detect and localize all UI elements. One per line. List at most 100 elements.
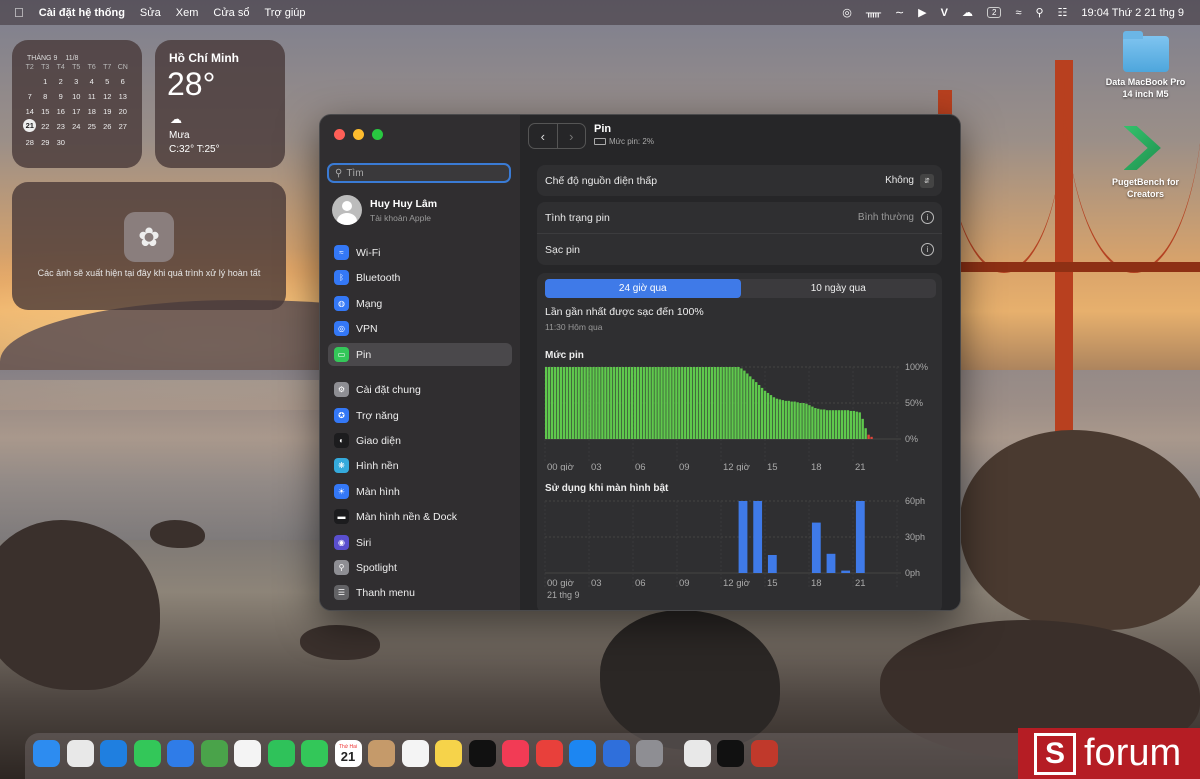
calendar-widget[interactable]: THÁNG 9 11/8 T2 T3 T4 T5 T6 T7 CN 1 2 3 4 5 6 7 8 9 10 11… (12, 40, 142, 168)
desktop-folder[interactable]: Data MacBook Pro 14 inch M5 (1098, 31, 1193, 100)
battery-status-card: Tình trạng pin Bình thường i Sạc pin i (537, 202, 942, 265)
dock-app--nh[interactable] (234, 740, 261, 767)
battery-chart-title: Mức pin (545, 350, 584, 361)
search-input[interactable]: ⚲ Tìm (327, 163, 511, 183)
sidebar-item-dock[interactable]: ▬ Màn hình nền & Dock (328, 505, 512, 528)
sidebar-item-spotlight[interactable]: ⚲ Spotlight (328, 556, 512, 579)
menu-help[interactable]: Trợ giúp (264, 7, 305, 19)
tab-10d[interactable]: 10 ngày qua (741, 279, 937, 298)
sidebar-item-accessibility[interactable]: ✪ Trợ năng (328, 404, 512, 427)
dock-app-tin-nh-n[interactable] (133, 740, 161, 767)
info-icon[interactable]: i (921, 211, 934, 224)
sidebar-item-globe[interactable]: ◍ Mạng (328, 292, 512, 315)
calendar-day: 17 (72, 107, 81, 116)
dock-app-mail[interactable] (167, 740, 194, 767)
sidebar-item-display[interactable]: ☀ Màn hình (328, 480, 512, 503)
dock-app-finder[interactable] (33, 740, 60, 767)
battery-bar (648, 367, 651, 439)
dock-app-safari[interactable] (100, 740, 127, 767)
back-button[interactable]: ‹ (529, 124, 557, 148)
sidebar-item-bluetooth[interactable]: ᛒ Bluetooth (328, 266, 512, 289)
battery-bar (760, 387, 764, 439)
tab-24h[interactable]: 24 giờ qua (545, 279, 741, 298)
sidebar-item-battery[interactable]: ▭ Pin (328, 343, 512, 366)
battery-bar (574, 367, 577, 439)
sidebar-item-wallpaper[interactable]: ❋ Hình nền (328, 454, 512, 477)
dock-app-rocket[interactable] (535, 740, 563, 767)
sidebar-item-gear[interactable]: ⚙ Cài đặt chung (328, 378, 512, 401)
airdrop-icon[interactable]: ◎ (842, 6, 852, 19)
battery-bar (633, 367, 637, 439)
control-center-icon[interactable]: ☷ (1058, 6, 1068, 19)
x-tick-label: 09 (679, 578, 690, 589)
bridge-cable (944, 110, 1064, 273)
dock-app-l-ch[interactable]: Thứ Hai 21 (334, 740, 362, 767)
low-power-row[interactable]: Chế độ nguồn điện thấp Không ⇵ (537, 165, 942, 196)
dock-app-facetime[interactable] (267, 740, 295, 767)
search-icon[interactable]: ⚲ (1035, 6, 1043, 19)
close-button[interactable] (334, 129, 345, 140)
battery-bar (707, 367, 711, 439)
dock-app-c-i-t-h-th-ng[interactable] (636, 740, 663, 767)
battery-bar (766, 392, 770, 439)
calendar-grid: T2 T3 T4 T5 T6 T7 CN 1 2 3 4 5 6 7 8 9 10 11 12 13 14 15 16 17 1… (12, 62, 142, 153)
photos-widget[interactable]: ✿ Các ảnh sẽ xuất hiện tại đây khi quá t… (12, 182, 286, 310)
dock-app-danh-b-[interactable] (368, 740, 395, 767)
dock-app-photo-booth[interactable] (750, 740, 778, 767)
calendar-weekday: T3 (41, 64, 50, 71)
apple-account[interactable]: Huy Huy Lâm Tài khoản Apple (332, 195, 437, 225)
menu-app-name[interactable]: Cài đặt hệ thống (39, 7, 125, 19)
dock-app-ghi-ch-[interactable] (435, 740, 462, 767)
weather-icon[interactable]: ∼ (895, 6, 904, 19)
menu-edit[interactable]: Sửa (140, 7, 161, 19)
dock-app-launchpad[interactable] (66, 740, 94, 767)
x-tick-label: 21 (855, 578, 866, 589)
sidebar-item-menubar[interactable]: ☰ Thanh menu (328, 581, 512, 604)
bluetooth-icon[interactable]: ᚅ (866, 6, 881, 19)
battery-bar (864, 428, 867, 439)
sidebar-item-appearance[interactable]: ◐ Giao diện (328, 429, 512, 452)
low-power-value[interactable]: Không (885, 175, 914, 186)
dock-app-nh-c[interactable] (502, 740, 529, 767)
sidebar-item-siri[interactable]: ◉ Siri (328, 531, 512, 554)
zoom-button[interactable] (372, 129, 383, 140)
battery-bar (811, 406, 814, 439)
dock-app-simulator[interactable] (602, 740, 630, 767)
dock-app-b-n-[interactable] (200, 740, 228, 767)
battery-bar (784, 400, 787, 439)
apple-logo-icon[interactable]:  (14, 5, 24, 20)
low-power-card: Chế độ nguồn điện thấp Không ⇵ (537, 165, 942, 196)
info-icon[interactable]: i (921, 243, 934, 256)
sidebar-item-wifi[interactable]: ≈ Wi-Fi (328, 241, 512, 264)
creative-cloud-icon[interactable]: ☁ (962, 6, 973, 19)
bridge-deck (940, 262, 1200, 272)
dock-app-app-store[interactable] (569, 740, 596, 767)
chevron-updown-icon[interactable]: ⇵ (920, 173, 934, 188)
forward-button[interactable]: › (556, 124, 586, 148)
chart-date-label: 21 thg 9 (547, 590, 580, 600)
sidebar-item-label: Cài đặt chung (356, 383, 421, 396)
desktop-app-pugetbench[interactable]: PugetBench for Creators (1098, 126, 1193, 200)
dock-app-l-i-nh-c[interactable] (401, 740, 429, 767)
menu-window[interactable]: Cửa sổ (213, 7, 249, 19)
battery-bar (627, 367, 631, 439)
battery-bar (645, 367, 648, 439)
weather-widget[interactable]: Hồ Chí Minh 28° ☁ Mưa C:32° T:25° (155, 40, 285, 168)
menu-view[interactable]: Xem (176, 7, 199, 19)
dock-app--i-n-tho-i[interactable] (301, 740, 328, 767)
minimize-button[interactable] (353, 129, 364, 140)
wifi-icon[interactable]: ≈ (1015, 7, 1021, 19)
menubar-clock[interactable]: 19:04 Thứ 2 21 thg 9 (1081, 7, 1184, 19)
dock-app-tv[interactable] (468, 740, 496, 767)
vpn-v-icon[interactable]: V (941, 7, 948, 19)
dock-app-capcut[interactable] (717, 740, 744, 767)
battery-status-icon[interactable]: 2 (986, 7, 1002, 18)
play-icon[interactable]: ▶ (918, 6, 926, 19)
sidebar-item-label: Siri (356, 536, 372, 549)
battery-bar (642, 367, 645, 439)
calendar-day (69, 138, 85, 147)
calendar-day: 9 (58, 92, 63, 101)
sidebar-item-vpn[interactable]: ◎ VPN (328, 317, 512, 340)
dock-app-creative-cloud[interactable] (683, 740, 711, 767)
wallpaper-rock (600, 610, 780, 750)
